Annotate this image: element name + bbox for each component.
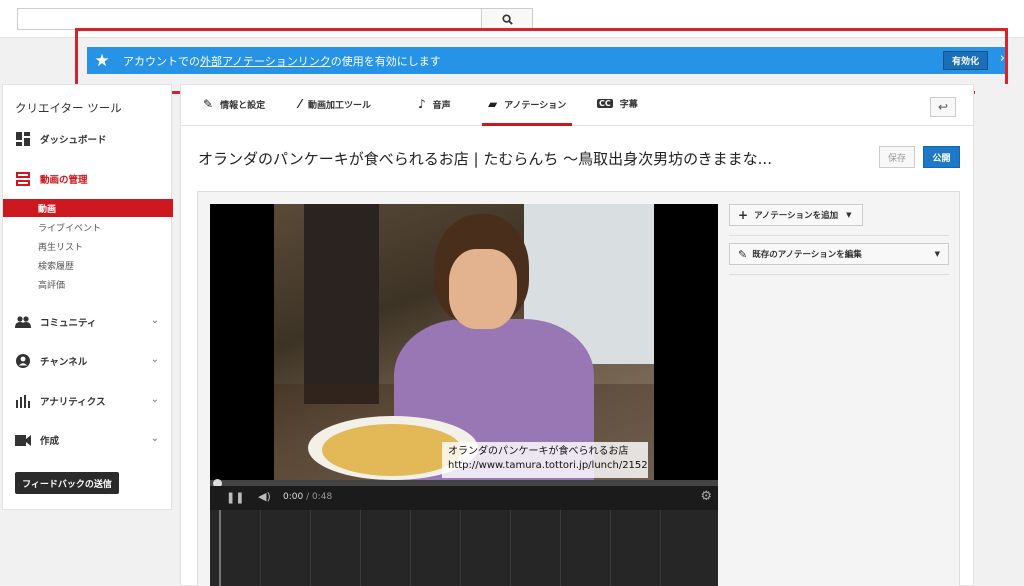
annotation-url: http://www.tamura.tottori.jp/lunch/2152: [448, 460, 648, 471]
caret-down-icon: ▼: [934, 250, 940, 258]
speech-bubble-icon: ▰: [488, 97, 498, 111]
sidebar-subitem-search-history[interactable]: 検索履歴: [3, 256, 173, 274]
add-annotation-button[interactable]: + アノテーションを追加 ▼: [729, 204, 863, 226]
sidebar-item-analytics[interactable]: アナリティクス ⌄: [3, 389, 171, 413]
timeline-cursor[interactable]: [219, 510, 221, 586]
time-separator: /: [303, 492, 312, 502]
current-time: 0:00: [283, 492, 304, 502]
analytics-icon: [15, 393, 31, 409]
annotation-text: オランダのパンケーキが食べられるお店: [448, 446, 629, 457]
tab-label: アノテーション: [504, 100, 567, 111]
magic-wand-icon: ⁄: [299, 97, 302, 111]
tab-annotations[interactable]: ▰ アノテーション: [488, 97, 566, 111]
community-icon: [15, 314, 31, 330]
time-display: 0:00 / 0:48: [283, 492, 332, 502]
annotation-controls: + アノテーションを追加 ▼ ✎ 既存のアノテーションを編集 ▼: [729, 204, 950, 584]
chevron-down-icon: ⌄: [150, 354, 159, 365]
video-frame: オランダのパンケーキが食べられるお店 http://www.tamura.tot…: [274, 204, 654, 480]
active-tab-indicator: [482, 123, 572, 126]
add-annotation-label: アノテーションを追加: [754, 211, 839, 221]
divider: [729, 235, 949, 236]
search-input[interactable]: [17, 8, 482, 30]
pencil-icon: ✎: [203, 97, 214, 111]
dashboard-icon: [15, 131, 31, 147]
sidebar-subitem-live-events[interactable]: ライブイベント: [3, 218, 173, 236]
tab-label: 情報と設定: [220, 100, 266, 111]
chevron-down-icon: ⌄: [150, 433, 159, 444]
sidebar-subitem-playlists[interactable]: 再生リスト: [3, 237, 173, 255]
sidebar-item-community[interactable]: コミュニティ ⌄: [3, 310, 171, 334]
save-button[interactable]: 保存: [879, 146, 915, 168]
sidebar-item-channel[interactable]: チャンネル ⌄: [3, 349, 171, 373]
plus-icon: +: [738, 208, 749, 222]
search-button[interactable]: [481, 8, 533, 30]
tab-subtitles[interactable]: CC 字幕: [597, 97, 638, 110]
editor-tabs: ✎ 情報と設定 ⁄ 動画加工ツール ♪ 音声 ▰ アノテーション CC 字幕 ↩: [181, 85, 973, 126]
tab-info-settings[interactable]: ✎ 情報と設定: [203, 97, 265, 111]
video-editor-panel: ✎ 情報と設定 ⁄ 動画加工ツール ♪ 音声 ▰ アノテーション CC 字幕 ↩ オランダ…: [180, 84, 974, 586]
player-controls: ❚❚ ◀) 0:00 / 0:48 ⚙: [210, 486, 718, 510]
chevron-down-icon: ⌄: [150, 394, 159, 405]
closed-captions-icon: CC: [597, 99, 613, 108]
gear-icon[interactable]: ⚙: [700, 489, 712, 504]
video-camera-icon: [15, 432, 31, 448]
sidebar-item-label: 動画の管理: [40, 175, 88, 186]
caret-down-icon: ▼: [846, 211, 852, 219]
total-time: 0:48: [311, 492, 333, 502]
pencil-icon: ✎: [738, 247, 748, 261]
music-note-icon: ♪: [418, 97, 426, 111]
annotation-editor: オランダのパンケーキが食べられるお店 http://www.tamura.tot…: [197, 191, 960, 586]
tab-label: 字幕: [619, 100, 638, 110]
sidebar-item-label: コミュニティ: [40, 318, 97, 329]
back-arrow-icon: ↩: [937, 100, 949, 114]
tab-label: 動画加工ツール: [308, 100, 372, 111]
video-player[interactable]: オランダのパンケーキが食べられるお店 http://www.tamura.tot…: [210, 204, 718, 586]
annotation-overlay[interactable]: オランダのパンケーキが食べられるお店 http://www.tamura.tot…: [442, 442, 648, 478]
sidebar-item-video-manager[interactable]: 動画の管理: [3, 167, 171, 191]
edit-annotation-label: 既存のアノテーションを編集: [752, 250, 862, 260]
back-button[interactable]: ↩: [930, 97, 956, 117]
tab-label: 音声: [432, 100, 451, 111]
tab-audio[interactable]: ♪ 音声: [418, 97, 451, 111]
send-feedback-button[interactable]: フィードバックの送信: [15, 472, 119, 494]
annotation-timeline[interactable]: [210, 510, 718, 586]
search-icon: [501, 13, 513, 25]
sidebar-title: クリエイター ツール: [15, 101, 122, 115]
sidebar-item-label: 作成: [40, 436, 60, 447]
video-manager-icon: [15, 171, 31, 187]
sidebar-item-dashboard[interactable]: ダッシュボード: [3, 127, 171, 151]
right-gutter: [975, 84, 1024, 586]
edit-existing-annotations-dropdown[interactable]: ✎ 既存のアノテーションを編集 ▼: [729, 243, 949, 265]
publish-button[interactable]: 公開: [923, 146, 960, 168]
sidebar-subitem-videos[interactable]: 動画: [3, 199, 173, 217]
tab-enhancements[interactable]: ⁄ 動画加工ツール: [299, 97, 371, 111]
chevron-down-icon: ⌄: [150, 315, 159, 326]
creator-tools-sidebar: クリエイター ツール ダッシュボード 動画の管理 動画 ライブイベント 再生リス…: [2, 84, 173, 510]
sidebar-item-label: ダッシュボード: [40, 135, 107, 146]
channel-icon: [15, 353, 31, 369]
pause-icon[interactable]: ❚❚: [226, 491, 244, 504]
divider: [729, 274, 949, 275]
video-title: オランダのパンケーキが食べられるお店 | たむらんち ～鳥取出身次男坊のきままな…: [198, 150, 772, 168]
sidebar-item-label: チャンネル: [40, 357, 88, 368]
sidebar-item-label: アナリティクス: [40, 397, 106, 408]
sidebar-subitem-likes[interactable]: 高評価: [3, 275, 173, 293]
sidebar-item-create[interactable]: 作成 ⌄: [3, 428, 171, 452]
volume-icon[interactable]: ◀): [258, 490, 271, 503]
